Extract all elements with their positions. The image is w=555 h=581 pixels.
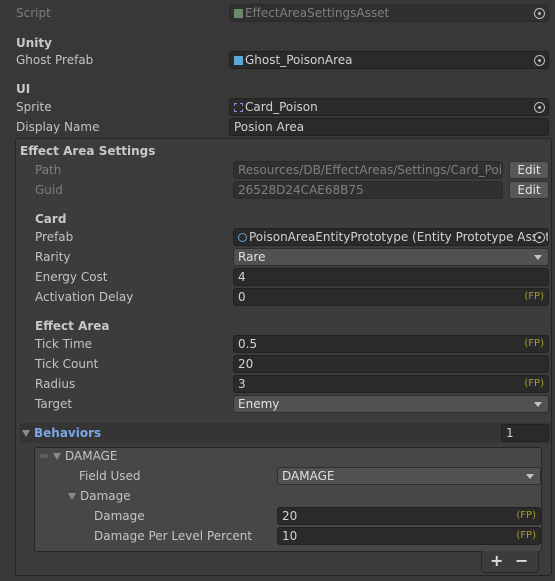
path-edit-button[interactable]: Edit — [509, 161, 549, 179]
drag-handle-icon[interactable]: ═ — [40, 447, 47, 465]
sprite-label: Sprite — [16, 100, 52, 114]
sprite-value: Card_Poison — [245, 100, 318, 114]
damage-per-level-label: Damage Per Level Percent — [94, 529, 253, 543]
damage-value: 20 — [282, 509, 298, 523]
add-button[interactable]: + — [490, 551, 503, 570]
behaviors-count: 1 — [506, 426, 514, 440]
script-value: EffectAreaSettingsAsset — [245, 6, 390, 20]
script-label: Script — [16, 6, 51, 20]
activation-delay-value: 0 — [238, 290, 246, 304]
energy-cost-input[interactable]: 4 — [233, 268, 549, 286]
chevron-down-icon — [534, 255, 542, 260]
activation-delay-label: Activation Delay — [35, 290, 134, 304]
foldout-triangle-icon[interactable] — [22, 430, 30, 437]
damage-per-level-value: 10 — [282, 529, 298, 543]
behaviors-count-input[interactable]: 1 — [501, 424, 549, 442]
foldout-triangle-icon[interactable] — [68, 493, 76, 500]
radius-label: Radius — [35, 377, 76, 391]
chevron-down-icon — [534, 402, 542, 407]
ghost-prefab-label: Ghost Prefab — [16, 53, 94, 67]
object-picker-icon[interactable] — [534, 102, 545, 113]
damage-group-foldout[interactable]: Damage — [68, 487, 131, 505]
settings-header: Effect Area Settings — [20, 144, 156, 158]
target-value: Enemy — [238, 397, 280, 411]
script-field[interactable]: EffectAreaSettingsAsset — [229, 4, 549, 22]
rarity-dropdown[interactable]: Rare — [233, 248, 549, 266]
prefab-value: PoisonAreaEntityPrototype (Entity Protot… — [249, 230, 549, 244]
fp-suffix: (FP) — [516, 510, 536, 521]
unity-header: Unity — [16, 36, 52, 50]
sprite-field[interactable]: Card_Poison — [229, 98, 549, 116]
behaviors-label: Behaviors — [34, 426, 102, 440]
display-name-label: Display Name — [16, 120, 100, 134]
prefab-label: Prefab — [35, 230, 74, 244]
foldout-triangle-icon[interactable] — [53, 453, 61, 460]
tick-time-label: Tick Time — [35, 337, 93, 351]
tick-count-label: Tick Count — [35, 357, 99, 371]
fp-suffix: (FP) — [524, 338, 544, 349]
remove-button[interactable]: − — [515, 551, 528, 570]
tick-time-input[interactable]: 0.5 (FP) — [233, 335, 549, 353]
tick-count-input[interactable]: 20 — [233, 355, 549, 373]
field-used-label: Field Used — [79, 469, 141, 483]
damage-per-level-input[interactable]: 10 (FP) — [277, 527, 541, 545]
fp-suffix: (FP) — [524, 378, 544, 389]
damage-item-title: DAMAGE — [65, 449, 118, 463]
entity-prototype-icon — [238, 233, 247, 242]
activation-delay-input[interactable]: 0 (FP) — [233, 288, 549, 306]
damage-item-foldout[interactable]: DAMAGE — [53, 447, 117, 465]
guid-label: Guid — [35, 183, 63, 197]
sprite-icon — [234, 103, 243, 112]
rarity-value: Rare — [238, 250, 266, 264]
target-label: Target — [35, 397, 73, 411]
radius-input[interactable]: 3 (FP) — [233, 375, 549, 393]
path-label: Path — [35, 163, 62, 177]
object-picker-icon[interactable] — [534, 55, 545, 66]
ghost-prefab-field[interactable]: Ghost_PoisonArea — [229, 51, 549, 69]
object-picker-icon[interactable] — [534, 8, 545, 19]
guid-edit-button[interactable]: Edit — [509, 181, 549, 199]
ghost-prefab-value: Ghost_PoisonArea — [245, 53, 353, 67]
guid-field: 26528D24CAE68B75 — [233, 181, 503, 199]
fp-suffix: (FP) — [524, 291, 544, 302]
prefab-field[interactable]: PoisonAreaEntityPrototype (Entity Protot… — [233, 228, 549, 246]
path-field: Resources/DB/EffectAreas/Settings/Card_P… — [233, 161, 503, 179]
fp-suffix: (FP) — [516, 530, 536, 541]
damage-group-label: Damage — [80, 489, 131, 503]
effect-area-header: Effect Area — [35, 319, 110, 333]
script-icon — [234, 9, 243, 18]
tick-count-value: 20 — [238, 357, 254, 371]
prefab-cube-icon — [234, 56, 243, 65]
display-name-input[interactable]: Posion Area — [229, 118, 549, 136]
object-picker-icon[interactable] — [534, 232, 545, 243]
damage-input[interactable]: 20 (FP) — [277, 507, 541, 525]
damage-label: Damage — [94, 509, 145, 523]
energy-cost-value: 4 — [238, 270, 246, 284]
field-used-dropdown[interactable]: DAMAGE — [277, 467, 541, 485]
behaviors-header-row[interactable]: Behaviors — [20, 423, 551, 443]
card-header: Card — [35, 212, 67, 226]
tick-time-value: 0.5 — [238, 337, 258, 351]
field-used-value: DAMAGE — [282, 469, 335, 483]
rarity-label: Rarity — [35, 250, 71, 264]
energy-cost-label: Energy Cost — [35, 270, 108, 284]
chevron-down-icon — [526, 474, 534, 479]
ui-header: UI — [16, 82, 31, 96]
list-footer: + − — [481, 551, 539, 573]
target-dropdown[interactable]: Enemy — [233, 395, 549, 413]
radius-value: 3 — [238, 377, 246, 391]
